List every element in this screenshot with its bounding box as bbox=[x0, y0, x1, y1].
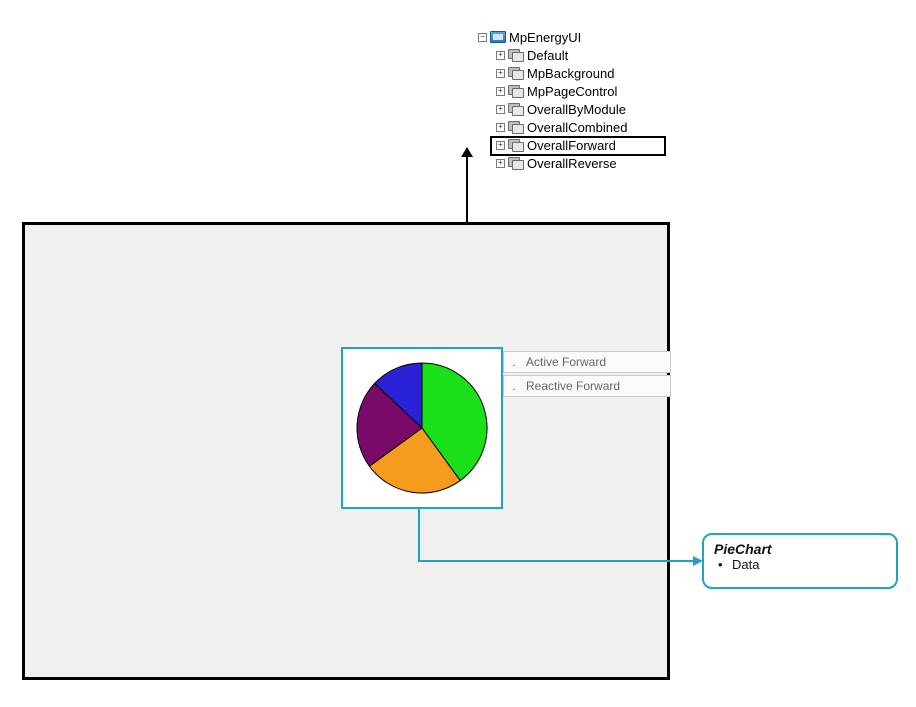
legend: .. Active Forward .. Reactive Forward bbox=[503, 351, 671, 397]
tree-root-label: MpEnergyUI bbox=[509, 30, 581, 45]
expand-icon[interactable]: + bbox=[496, 69, 505, 78]
expand-icon[interactable]: + bbox=[496, 141, 505, 150]
tree-item-label: MpBackground bbox=[527, 66, 614, 81]
legend-dots-icon: .. bbox=[504, 355, 522, 369]
tree-root-node[interactable]: − MpEnergyUI + Default + MpBackgrou bbox=[478, 28, 698, 172]
callout-item: Data bbox=[714, 557, 886, 572]
tree-item-mppagecontrol[interactable]: + MpPageControl bbox=[496, 82, 698, 100]
folder-icon bbox=[490, 31, 506, 43]
pie-chart[interactable] bbox=[341, 347, 503, 509]
expand-icon[interactable]: + bbox=[496, 51, 505, 60]
callout-connector-horizontal bbox=[418, 560, 694, 562]
layers-icon bbox=[508, 49, 524, 61]
legend-label: Reactive Forward bbox=[522, 379, 620, 393]
layers-icon bbox=[508, 67, 524, 79]
tree-item-label: OverallForward bbox=[527, 138, 616, 153]
tree-item-overallforward[interactable]: + OverallForward bbox=[496, 136, 698, 154]
layers-icon bbox=[508, 157, 524, 169]
layers-icon bbox=[508, 139, 524, 151]
tree-view: − MpEnergyUI + Default + MpBackgrou bbox=[478, 28, 698, 172]
legend-item-reactive-forward[interactable]: .. Reactive Forward bbox=[503, 375, 671, 397]
tree-item-overallreverse[interactable]: + OverallReverse bbox=[496, 154, 698, 172]
pie-chart-svg bbox=[352, 358, 492, 498]
legend-dots-icon: .. bbox=[504, 379, 522, 393]
expand-icon[interactable]: + bbox=[496, 159, 505, 168]
legend-item-active-forward[interactable]: .. Active Forward bbox=[503, 351, 671, 373]
tree-item-mpbackground[interactable]: + MpBackground bbox=[496, 64, 698, 82]
expand-icon[interactable]: + bbox=[496, 123, 505, 132]
callout-connector-vertical bbox=[418, 508, 420, 560]
tree-item-label: OverallCombined bbox=[527, 120, 627, 135]
tree-item-label: OverallByModule bbox=[527, 102, 626, 117]
expand-icon[interactable]: + bbox=[496, 87, 505, 96]
layers-icon bbox=[508, 85, 524, 97]
tree-item-label: MpPageControl bbox=[527, 84, 617, 99]
expand-icon[interactable]: + bbox=[496, 105, 505, 114]
arrow-up bbox=[466, 155, 468, 223]
callout-box: PieChart Data bbox=[702, 533, 898, 589]
callout-title: PieChart bbox=[714, 541, 886, 557]
layers-icon bbox=[508, 121, 524, 133]
layers-icon bbox=[508, 103, 524, 115]
tree-item-label: OverallReverse bbox=[527, 156, 617, 171]
collapse-icon[interactable]: − bbox=[478, 33, 487, 42]
tree-item-overallcombined[interactable]: + OverallCombined bbox=[496, 118, 698, 136]
tree-item-overallbymodule[interactable]: + OverallByModule bbox=[496, 100, 698, 118]
tree-item-label: Default bbox=[527, 48, 568, 63]
tree-item-default[interactable]: + Default bbox=[496, 46, 698, 64]
legend-label: Active Forward bbox=[522, 355, 606, 369]
page-preview-panel: .. Active Forward .. Reactive Forward bbox=[22, 222, 670, 680]
